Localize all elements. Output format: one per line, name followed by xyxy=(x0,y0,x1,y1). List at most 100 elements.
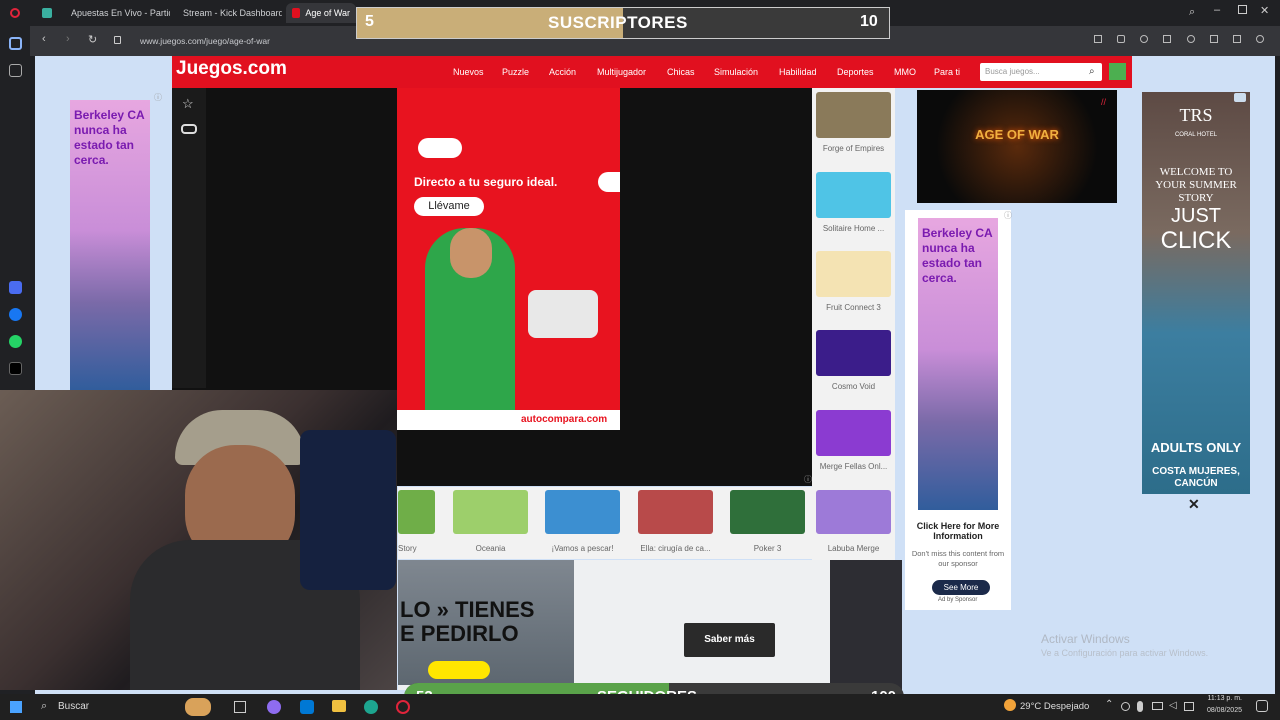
windows-activation-sub: Ve a Configuración para activar Windows. xyxy=(1041,648,1209,658)
x-icon[interactable] xyxy=(9,362,22,375)
nav-accion[interactable]: Acción xyxy=(549,67,576,77)
bottom-game-oceania[interactable]: Oceania xyxy=(453,490,528,553)
sidebar-game-fruit-connect[interactable]: Fruit Connect 3 xyxy=(816,251,891,312)
tab-label: Age of War xyxy=(305,8,350,18)
shield-icon[interactable] xyxy=(1140,35,1149,43)
minimize-icon[interactable]: – xyxy=(1214,4,1220,16)
aria-icon[interactable] xyxy=(9,281,22,294)
play-icon[interactable] xyxy=(1163,35,1172,43)
nav-deportes[interactable]: Deportes xyxy=(837,67,874,77)
sidebar-game-solitaire-home[interactable]: Solitaire Home ... xyxy=(816,172,891,233)
trs-location: COSTA MUJERES, CANCÚN xyxy=(1152,466,1240,489)
task-view-icon[interactable] xyxy=(234,701,246,713)
maximize-icon[interactable] xyxy=(1238,5,1247,14)
forward-icon[interactable]: › xyxy=(66,33,70,45)
nav-mmo[interactable]: MMO xyxy=(894,67,916,77)
close-ad-icon[interactable]: ✕ xyxy=(1188,496,1200,513)
whatsapp-icon[interactable] xyxy=(9,335,22,348)
back-icon[interactable]: ‹ xyxy=(42,33,46,45)
notifications-icon[interactable] xyxy=(1256,700,1268,712)
search-tabs-icon[interactable]: ⌕ xyxy=(1189,6,1195,19)
network-icon[interactable] xyxy=(1152,702,1163,710)
outlook-icon[interactable] xyxy=(300,700,314,714)
game-info-icon[interactable]: ⓘ xyxy=(804,474,812,485)
site-logo[interactable]: Juegos.com xyxy=(176,58,287,80)
edge-icon[interactable] xyxy=(364,700,378,714)
weather-icon xyxy=(1004,699,1016,711)
ad-corner-icon[interactable]: // xyxy=(1101,97,1106,107)
promo-button[interactable]: Llévame xyxy=(414,197,484,216)
nav-chicas[interactable]: Chicas xyxy=(667,67,695,77)
copilot-icon[interactable] xyxy=(267,700,281,714)
ad-choices-icon[interactable] xyxy=(1234,93,1246,102)
mercadolibre-ad-text: LO » TIENES E PEDIRLO xyxy=(400,597,535,646)
file-explorer-icon[interactable] xyxy=(332,700,346,712)
nav-nuevos[interactable]: Nuevos xyxy=(453,67,484,77)
sidebar-game-merge-fellas[interactable]: Merge Fellas Onl... xyxy=(816,410,891,471)
camera-icon[interactable] xyxy=(1117,35,1126,43)
tab-apuestas[interactable]: Apuestas En Vivo - Partid xyxy=(60,3,170,23)
nav-puzzle[interactable]: Puzzle xyxy=(502,67,529,77)
volume-icon[interactable]: ◁ xyxy=(1169,700,1177,711)
bottom-game-poker-3[interactable]: Poker 3 xyxy=(730,490,805,553)
see-more-button[interactable]: See More xyxy=(932,580,990,595)
site-search-input[interactable]: Busca juegos... xyxy=(980,63,1102,81)
bottom-game-ella-cirugia[interactable]: Ella: cirugía de ca... xyxy=(638,490,713,553)
cloud-shape xyxy=(598,172,620,192)
game-label: Labuba Merge xyxy=(827,544,880,553)
mercadolibre-logo xyxy=(428,661,490,679)
reload-icon[interactable]: ↻ xyxy=(88,33,97,46)
download-icon[interactable] xyxy=(1209,35,1218,43)
star-icon[interactable] xyxy=(9,64,22,77)
favorite-star-icon[interactable]: ☆ xyxy=(182,96,194,112)
opera-taskbar-icon[interactable] xyxy=(396,700,410,714)
messenger-icon[interactable] xyxy=(9,308,22,321)
user-account-icon[interactable] xyxy=(1109,63,1126,80)
microphone-icon[interactable] xyxy=(1137,701,1143,712)
windows-start-icon[interactable] xyxy=(10,701,22,713)
workspace-icon[interactable] xyxy=(42,8,52,18)
battery-icon[interactable] xyxy=(1184,702,1194,711)
sidebar-game-forge-of-empires[interactable]: Forge of Empires xyxy=(816,92,891,153)
close-icon[interactable]: ✕ xyxy=(1260,4,1269,17)
nav-habilidad[interactable]: Habilidad xyxy=(779,67,817,77)
tray-app-icon[interactable] xyxy=(1121,702,1130,711)
taskbar-search-icon[interactable]: ⌕ xyxy=(41,700,47,713)
edit-icon[interactable] xyxy=(1094,35,1102,43)
bottom-game-story[interactable]: Story xyxy=(398,490,435,553)
taskbar-cat-widget[interactable] xyxy=(185,698,211,716)
ad-info-icon[interactable]: ⓘ xyxy=(1004,210,1012,221)
search-icon[interactable]: ⌕ xyxy=(1089,66,1095,77)
game-thumbnail xyxy=(816,251,891,297)
game-thumbnail xyxy=(730,490,805,534)
heart-icon[interactable] xyxy=(1186,35,1195,43)
click-here-text[interactable]: Click Here for More Information xyxy=(908,521,1008,541)
nav-para-ti[interactable]: Para ti xyxy=(934,67,960,77)
weather-text[interactable]: 29°C Despejado xyxy=(1020,701,1089,712)
home-icon[interactable] xyxy=(9,37,22,50)
game-thumbnail xyxy=(816,410,891,456)
tab-age-of-war[interactable]: Age of War xyxy=(286,3,356,23)
menu-icon[interactable] xyxy=(1232,35,1241,43)
age-of-war-banner[interactable] xyxy=(917,90,1117,203)
trs-hotel-ad[interactable] xyxy=(1142,92,1250,494)
opera-logo-icon[interactable] xyxy=(10,8,20,18)
bottom-game-labuba-merge[interactable]: Labuba Merge xyxy=(816,490,891,553)
nav-simulacion[interactable]: Simulación xyxy=(714,67,758,77)
taskbar-search[interactable]: Buscar xyxy=(58,701,89,712)
tray-chevron-icon[interactable]: ⌃ xyxy=(1105,699,1113,710)
ad-info-icon[interactable]: ⓘ xyxy=(154,92,162,103)
gamepad-icon[interactable] xyxy=(181,124,197,134)
game-label: Story xyxy=(398,544,417,553)
promo-headline: Directo a tu seguro ideal. xyxy=(414,175,558,189)
lock-icon xyxy=(114,36,121,44)
tab-kick-dashboard[interactable]: Stream - Kick Dashboard xyxy=(172,3,282,23)
profile-icon[interactable] xyxy=(1255,35,1264,43)
taskbar-date[interactable]: 08/08/2025 xyxy=(1200,707,1242,714)
nav-multijugador[interactable]: Multijugador xyxy=(597,67,646,77)
saber-mas-button[interactable]: Saber más xyxy=(684,623,775,657)
bottom-game-vamos-a-pescar[interactable]: ¡Vamos a pescar! xyxy=(545,490,620,553)
taskbar-time[interactable]: 11:13 p. m. xyxy=(1200,695,1242,702)
sidebar-game-cosmo-void[interactable]: Cosmo Void xyxy=(816,330,891,391)
trs-just: JUST xyxy=(1171,205,1221,227)
